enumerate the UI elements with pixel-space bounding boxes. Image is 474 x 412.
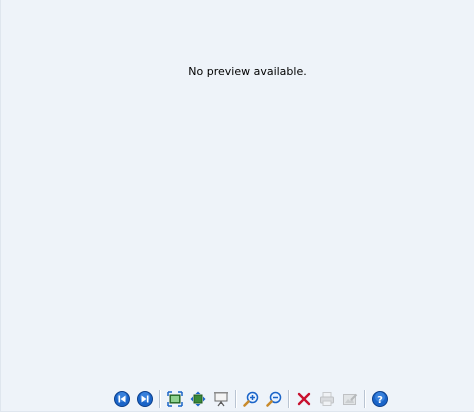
svg-text:?: ?: [377, 395, 383, 406]
best-fit-icon: [167, 391, 183, 407]
help-button[interactable]: ?: [370, 389, 390, 409]
delete-button[interactable]: [294, 389, 314, 409]
slideshow-icon: [214, 392, 228, 407]
edit-icon: [343, 393, 358, 405]
zoom-in-button[interactable]: [241, 389, 261, 409]
toolbar-separator: [364, 390, 366, 408]
actual-size-icon: [190, 391, 206, 407]
previous-icon: [114, 391, 130, 407]
next-icon: [137, 391, 153, 407]
edit-button[interactable]: [340, 389, 360, 409]
toolbar-separator: [235, 390, 237, 408]
zoom-out-button[interactable]: [264, 389, 284, 409]
zoom-in-icon: [243, 391, 259, 407]
previous-button[interactable]: [112, 389, 132, 409]
slideshow-button[interactable]: [211, 389, 231, 409]
actual-size-button[interactable]: [188, 389, 208, 409]
toolbar-separator: [288, 390, 290, 408]
print-icon: [320, 392, 334, 406]
viewer-toolbar: ?: [1, 387, 474, 411]
next-button[interactable]: [135, 389, 155, 409]
help-icon: ?: [372, 391, 388, 407]
delete-icon: [297, 392, 311, 406]
print-button[interactable]: [317, 389, 337, 409]
toolbar-separator: [159, 390, 161, 408]
best-fit-button[interactable]: [165, 389, 185, 409]
zoom-out-icon: [266, 391, 282, 407]
image-preview-viewer: No preview available. ?: [0, 0, 474, 412]
no-preview-message: No preview available.: [188, 65, 307, 78]
